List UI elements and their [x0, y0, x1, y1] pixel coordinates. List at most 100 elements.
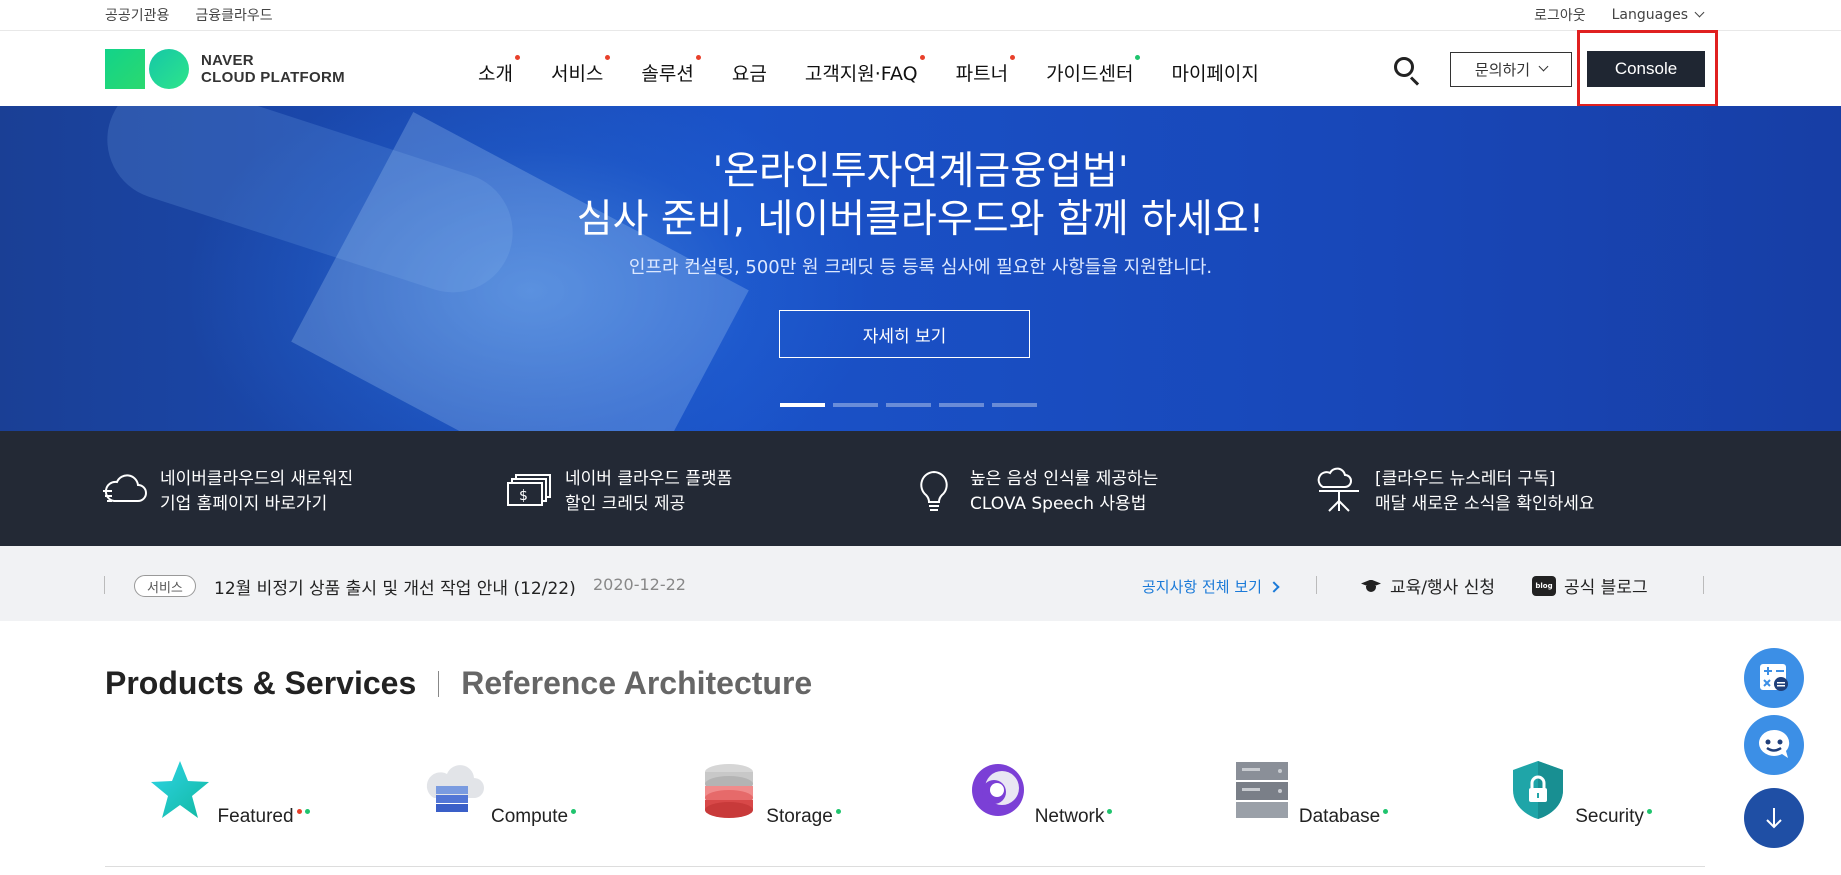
promo-item-newsletter[interactable]: [클라우드 뉴스레터 구독] 매달 새로운 소식을 확인하세요: [1315, 467, 1595, 517]
product-label: Featured: [218, 806, 310, 828]
product-compute[interactable]: Compute: [399, 758, 599, 828]
logout-link[interactable]: 로그아웃: [1534, 5, 1586, 25]
promo-item-credit[interactable]: $ 네이버 클라우드 플랫폼 할인 크레딧 제공: [505, 467, 732, 517]
network-ring-icon: [971, 764, 1024, 816]
languages-selector[interactable]: Languages: [1611, 7, 1705, 23]
calculator-button[interactable]: [1744, 648, 1804, 708]
finance-cloud-link[interactable]: 금융클라우드: [195, 5, 272, 25]
status-dots: [568, 806, 577, 814]
hero-subtitle: 인프라 컨설팅, 500만 원 크레딧 등 등록 심사에 필요한 사항들을 지원…: [628, 257, 1213, 278]
notice-title[interactable]: 12월 비정기 상품 출시 및 개선 작업 안내 (12/22): [214, 574, 576, 599]
product-label: Network: [1035, 806, 1113, 828]
tab-reference-architecture[interactable]: Reference Architecture: [461, 665, 812, 702]
product-storage[interactable]: Storage: [669, 758, 869, 828]
product-label: Database: [1299, 806, 1389, 828]
blog-icon: blog: [1532, 575, 1556, 596]
official-blog-link[interactable]: blog 공식 블로그: [1532, 573, 1648, 598]
nav-label: 고객지원·FAQ: [804, 63, 918, 85]
scroll-down-button[interactable]: [1744, 788, 1804, 848]
utility-bar: 공공기관용 금융클라우드 로그아웃 Languages: [0, 0, 1841, 31]
utility-right: 로그아웃 Languages: [1534, 5, 1705, 25]
hero-slide-indicator[interactable]: [886, 403, 931, 407]
nav-dot: [695, 55, 701, 60]
divider: [1316, 576, 1317, 594]
inquiry-dropdown-button[interactable]: 문의하기: [1450, 52, 1572, 87]
promo-line-1: 네이버 클라우드 플랫폼: [565, 469, 733, 489]
hero-slide-indicator[interactable]: [780, 403, 825, 407]
chatbot-button[interactable]: [1744, 715, 1804, 775]
product-network[interactable]: Network: [939, 758, 1139, 828]
nav-dot: [919, 55, 925, 60]
education-events-link[interactable]: 교육/행사 신청: [1360, 573, 1495, 598]
divider: [104, 576, 105, 594]
promo-line-2: 매달 새로운 소식을 확인하세요: [1375, 494, 1595, 514]
svg-text:$: $: [519, 488, 528, 504]
naver-cloud-logo[interactable]: NAVER CLOUD PLATFORM: [105, 49, 345, 89]
product-security[interactable]: Security: [1479, 758, 1679, 828]
notice-date: 2020-12-22: [593, 575, 686, 594]
promo-item-homepage[interactable]: 네이버클라우드의 새로워진 기업 홈페이지 바로가기: [100, 467, 353, 517]
product-database[interactable]: Database: [1209, 758, 1409, 828]
products-section-tabs: Products & Services Reference Architectu…: [105, 665, 812, 702]
product-label-text: Network: [1034, 806, 1105, 827]
nav-item-services[interactable]: 서비스: [551, 55, 611, 86]
arrow-down-icon: [1766, 808, 1782, 829]
education-label: 교육/행사 신청: [1390, 578, 1495, 598]
product-label-text: Compute: [490, 806, 569, 827]
product-label: Security: [1575, 806, 1652, 828]
chevron-right-icon: [1268, 580, 1280, 593]
cloud-server-icon: [426, 765, 484, 812]
public-sector-link[interactable]: 공공기관용: [105, 5, 169, 25]
hero-slide-indicator[interactable]: [939, 403, 984, 407]
nav-label: 요금: [731, 63, 767, 85]
product-featured[interactable]: Featured: [129, 758, 329, 828]
nav-dot: [514, 55, 520, 60]
utility-left: 공공기관용 금융클라우드: [105, 5, 273, 25]
status-dot: [1107, 809, 1113, 814]
cloud-speed-icon: [103, 474, 147, 502]
search-ring: [1394, 57, 1414, 77]
view-all-notices-link[interactable]: 공지사항 전체 보기: [1142, 576, 1280, 597]
nav-label: 솔루션: [641, 63, 694, 85]
status-dots: [1104, 806, 1113, 814]
console-button[interactable]: Console: [1587, 51, 1705, 87]
promo-line-1: 네이버클라우드의 새로워진: [160, 469, 354, 489]
status-dots: [1380, 806, 1389, 814]
logo-line-1: NAVER: [201, 52, 254, 69]
hero-slide-indicator[interactable]: [992, 403, 1037, 407]
nav-item-mypage[interactable]: 마이페이지: [1171, 59, 1258, 86]
status-dot: [1383, 809, 1389, 814]
hero-slide-indicator[interactable]: [833, 403, 878, 407]
hero-more-button[interactable]: 자세히 보기: [779, 310, 1030, 358]
nav-item-partners[interactable]: 파트너: [956, 55, 1016, 86]
hero-banner[interactable]: '온라인투자연계금융업법' 심사 준비, 네이버클라우드와 함께 하세요! 인프…: [0, 106, 1841, 431]
tab-products-services[interactable]: Products & Services: [105, 665, 416, 702]
products-divider: [105, 866, 1705, 867]
nav-item-support[interactable]: 고객지원·FAQ: [804, 55, 925, 86]
nav-item-solutions[interactable]: 솔루션: [641, 55, 701, 86]
promo-text: [클라우드 뉴스레터 구독] 매달 새로운 소식을 확인하세요: [1375, 467, 1595, 517]
promo-item-clova[interactable]: 높은 음성 인식률 제공하는 CLOVA Speech 사용법: [910, 467, 1158, 517]
languages-label: Languages: [1611, 7, 1688, 23]
tab-separator: [438, 670, 440, 697]
calculator-icon: [1760, 664, 1788, 691]
nav-item-intro[interactable]: 소개: [478, 55, 520, 86]
status-dot: [304, 809, 310, 814]
logo-text: NAVER CLOUD PLATFORM: [201, 52, 345, 86]
search-icon[interactable]: [1392, 55, 1422, 86]
promo-line-1: 높은 음성 인식률 제공하는: [970, 469, 1159, 489]
nav-item-pricing[interactable]: 요금: [732, 59, 767, 86]
promo-strip: 네이버클라우드의 새로워진 기업 홈페이지 바로가기 $ 네이버 클라우드 플랫폼…: [0, 431, 1841, 546]
presentation-cloud-icon: [1317, 467, 1359, 512]
promo-text: 네이버클라우드의 새로워진 기업 홈페이지 바로가기: [160, 467, 353, 517]
logo-square-icon: [105, 49, 145, 89]
storage-disk-icon: [705, 764, 754, 818]
product-label-text: Security: [1575, 806, 1644, 827]
database-server-icon: [1235, 762, 1288, 818]
money-bills-icon: $: [507, 474, 551, 506]
nav-label: 마이페이지: [1171, 63, 1259, 85]
hero-title-line-2: 심사 준비, 네이버클라우드와 함께 하세요!: [576, 197, 1265, 242]
nav-item-guide-center[interactable]: 가이드센터: [1046, 55, 1141, 86]
status-dots: [833, 806, 841, 814]
status-dots: [294, 806, 310, 814]
